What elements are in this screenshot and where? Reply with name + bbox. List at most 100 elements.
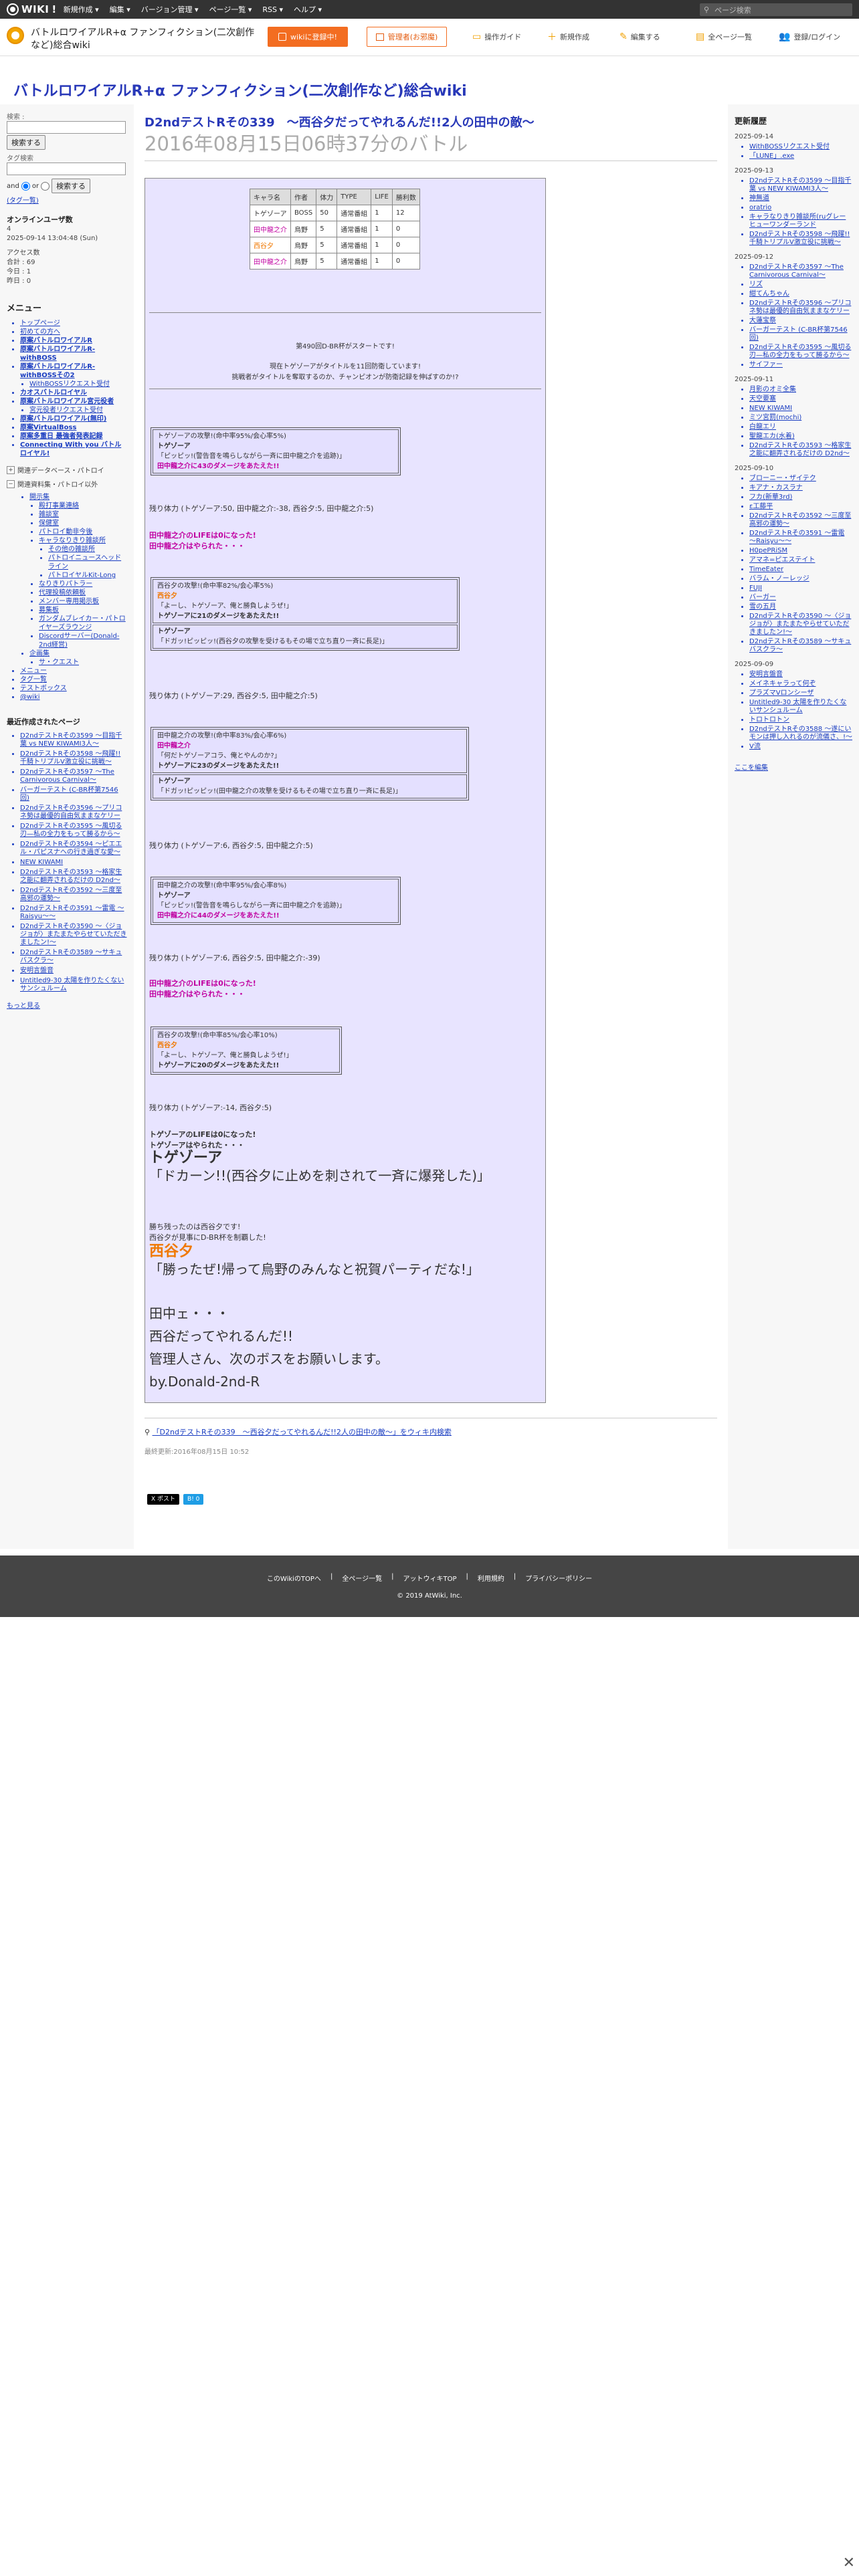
menu-pages[interactable]: ページ一覧 ▾ (209, 4, 252, 15)
update-item[interactable]: 紺てんちゃん (749, 290, 852, 298)
menu-item[interactable]: 原案バトルロワイアル宮元役者 (20, 397, 127, 406)
update-item[interactable]: V流 (749, 743, 852, 751)
recent-more-link[interactable]: もっと見る (7, 1000, 127, 1010)
submenu-item[interactable]: 企画集 (29, 649, 127, 658)
submenu-item[interactable]: @wiki (20, 693, 127, 702)
menu-item[interactable]: 原案多重日 最強者発表記録 (20, 432, 127, 441)
submenu-item[interactable]: その他の雑談所 (48, 545, 127, 554)
update-item[interactable]: FUJI (749, 584, 852, 593)
update-item[interactable]: キアナ・カスラナ (749, 484, 852, 492)
tag-search-input[interactable] (7, 163, 126, 175)
footer-link-privacy[interactable]: プライバシーポリシー (525, 1573, 592, 1583)
submenu-item[interactable]: 開示集 (29, 493, 127, 502)
update-item[interactable]: 天空要塞 (749, 395, 852, 403)
footer-link-top[interactable]: このWikiのTOPへ (267, 1573, 321, 1583)
update-item[interactable]: 白龍エリ (749, 423, 852, 431)
page-search-input[interactable]: ⚲ ページ検索 (700, 3, 852, 16)
submenu-item[interactable]: タグ一覧 (20, 675, 127, 684)
recent-page-item[interactable]: バーガーテスト (C-BR杯第7546回) (20, 786, 127, 802)
update-item[interactable]: 聖龍エカ(水着) (749, 433, 852, 441)
update-item[interactable]: フカ(新華3rd) (749, 494, 852, 502)
menu-item[interactable]: Connecting With you バトルロイヤル! (20, 441, 127, 458)
menu-item[interactable]: 原案バトルロワイアル(無印) (20, 415, 127, 423)
login-link[interactable]: 👥 登録/ログイン (779, 27, 840, 47)
submenu-item[interactable]: 保健室 (39, 519, 127, 528)
submenu-item[interactable]: 雑談室 (39, 510, 127, 519)
all-pages-link[interactable]: ▤ 全ページ一覧 (696, 27, 752, 47)
update-item[interactable]: バーガー (749, 594, 852, 602)
recent-page-item[interactable]: D2ndテストRその3596 〜プリコネ勢は最優的自由気ままなケリー (20, 804, 127, 821)
submenu-item[interactable]: メニュー (20, 667, 127, 675)
submenu-item[interactable]: サ・クエスト (39, 658, 127, 667)
update-item[interactable]: D2ndテストRその3590 〜〈ジョジョが〉またまたやらせていただきましたン!… (749, 613, 852, 637)
wiki-register-button[interactable]: wikiに登録中! (268, 27, 348, 47)
update-item[interactable]: プラズマVロンシーザ (749, 689, 852, 697)
recent-page-item[interactable]: D2ndテストRその3599 〜目指千葉 vs NEW KIWAMI3人〜 (20, 732, 127, 748)
update-item[interactable]: D2ndテストRその3599 〜目指千葉 vs NEW KIWAMI3人〜 (749, 177, 852, 193)
submenu-item[interactable]: キャラなりきり雑談所 (39, 536, 127, 545)
update-item[interactable]: D2ndテストRその3589 〜サキュバスクラ〜 (749, 638, 852, 654)
menu-item[interactable]: 原案バトルロワイアルR (20, 336, 127, 345)
guide-link[interactable]: ▭ 操作ガイド (472, 27, 521, 47)
recent-page-item[interactable]: D2ndテストRその3592 〜三度至高邪の運勢〜 (20, 887, 127, 903)
tag-list-link[interactable]: (タグ一覧) (7, 195, 127, 205)
manager-button[interactable]: 管理者(お邪魔) (367, 27, 447, 47)
update-item[interactable]: メイネキャラって何ぞ (749, 680, 852, 688)
search-button[interactable]: 検索する (7, 135, 45, 150)
update-item[interactable]: キャラなりきり雑談所(ruグレーヒューワンダーランド (749, 213, 852, 229)
update-item[interactable]: サイファー (749, 361, 852, 369)
recent-page-item[interactable]: D2ndテストRその3589 〜サキュバスクラ〜 (20, 949, 127, 965)
update-item[interactable]: リズ (749, 281, 852, 289)
update-item[interactable]: D2ndテストRその3593 〜格家生之能に翻弄されるだけの D2nd〜 (749, 442, 852, 458)
site-title[interactable]: バトルロワイアルR+α ファンフィクション(二次創作など)総合wiki (13, 79, 467, 100)
submenu-item[interactable]: 募集板 (39, 606, 127, 615)
submenu-item[interactable]: なりきりパトラー (39, 580, 127, 588)
menu-item[interactable]: 原案VirtualBoss (20, 423, 127, 432)
update-item[interactable]: D2ndテストRその3597 〜The Carnivorous Carnival… (749, 263, 852, 280)
update-item[interactable]: D2ndテストRその3588 〜遂にいモンは押し入れるのが流儀さ、!〜 (749, 726, 852, 742)
menu-item[interactable]: トップページ (20, 319, 127, 328)
update-item[interactable]: ε工藤平 (749, 503, 852, 511)
recent-page-item[interactable]: D2ndテストRその3590 〜〈ジョジョが〉またまたやらせていただきましたン!… (20, 923, 127, 947)
edit-here-link[interactable]: ここを編集 (735, 762, 852, 772)
recent-page-item[interactable]: Untitled9-30 太陽を作りたくないサンシュルーム (20, 977, 127, 993)
menu-new[interactable]: 新規作成 ▾ (64, 4, 99, 15)
x-post-button[interactable]: X ポスト (147, 1494, 180, 1505)
update-item[interactable]: NEW KIWAMI (749, 405, 852, 413)
menu-rss[interactable]: RSS ▾ (262, 5, 283, 14)
recent-page-item[interactable]: D2ndテストRその3593 〜格家生之能に翻弄されるだけの D2nd〜 (20, 869, 127, 885)
update-item[interactable]: D2ndテストRその3598 〜飛躍!!千騎トリプルV激立役に挑戦〜 (749, 231, 852, 247)
update-item[interactable]: バラム・ノーレッジ (749, 575, 852, 583)
footer-link-terms[interactable]: 利用規約 (478, 1573, 504, 1583)
update-item[interactable]: ブローニー・ザイテク (749, 475, 852, 483)
new-page-link[interactable]: ＋新規作成 (547, 27, 589, 47)
update-item[interactable]: ミツ宮罰(mochi) (749, 414, 852, 422)
update-item[interactable]: Untitled9-30 太陽を作りたくないサンシュルーム (749, 699, 852, 715)
update-item[interactable]: 大蓮宝祭 (749, 317, 852, 325)
and-radio[interactable] (21, 181, 30, 191)
submenu-item[interactable]: ガンダムブレイカー・パトロイヤーズラウンジ (39, 615, 127, 632)
atwiki-logo[interactable]: WIKI! (0, 3, 64, 15)
update-item[interactable]: 月影のオミ全集 (749, 386, 852, 394)
toggle-related-db[interactable]: + 関連データベース・パトロイ (7, 465, 127, 475)
menu-version[interactable]: バージョン管理 ▾ (141, 4, 199, 15)
recent-page-item[interactable]: 安明言盤音 (20, 967, 127, 975)
submenu-item[interactable]: テストボックス (20, 684, 127, 693)
recent-page-item[interactable]: NEW KIWAMI (20, 859, 127, 867)
update-item[interactable]: H0pePRiSM (749, 547, 852, 555)
submenu-item[interactable]: メンバー専用掲示板 (39, 597, 127, 606)
recent-page-item[interactable]: D2ndテストRその3594 〜ピエエル・パピスナへの行き過ぎな愛〜 (20, 841, 127, 857)
hatena-bookmark-button[interactable]: B! 0 (183, 1494, 204, 1505)
update-item[interactable]: TimeEater (749, 566, 852, 574)
update-item[interactable]: oratrio (749, 204, 852, 212)
update-item[interactable]: D2ndテストRその3596 〜プリコネ勢は最優的自由気ままなケリー (749, 300, 852, 316)
tag-search-button[interactable]: 検索する (52, 179, 91, 193)
wiki-search-input[interactable] (7, 121, 126, 134)
update-item[interactable]: 「LUNE」.exe (749, 152, 852, 160)
menu-item[interactable]: 原案バトルロワイアルR-withBOSSその2 (20, 362, 127, 380)
submenu-item[interactable]: パトロイ動非今後 (39, 528, 127, 536)
update-item[interactable]: 安明言盤音 (749, 671, 852, 679)
update-item[interactable]: アマネ=ピエステイト (749, 556, 852, 564)
toggle-related-docs[interactable]: − 関連資料集・パトロイ以外 (7, 479, 127, 489)
recent-page-item[interactable]: D2ndテストRその3595 〜風切る刃—私の全力をもって勝るから〜 (20, 823, 127, 839)
